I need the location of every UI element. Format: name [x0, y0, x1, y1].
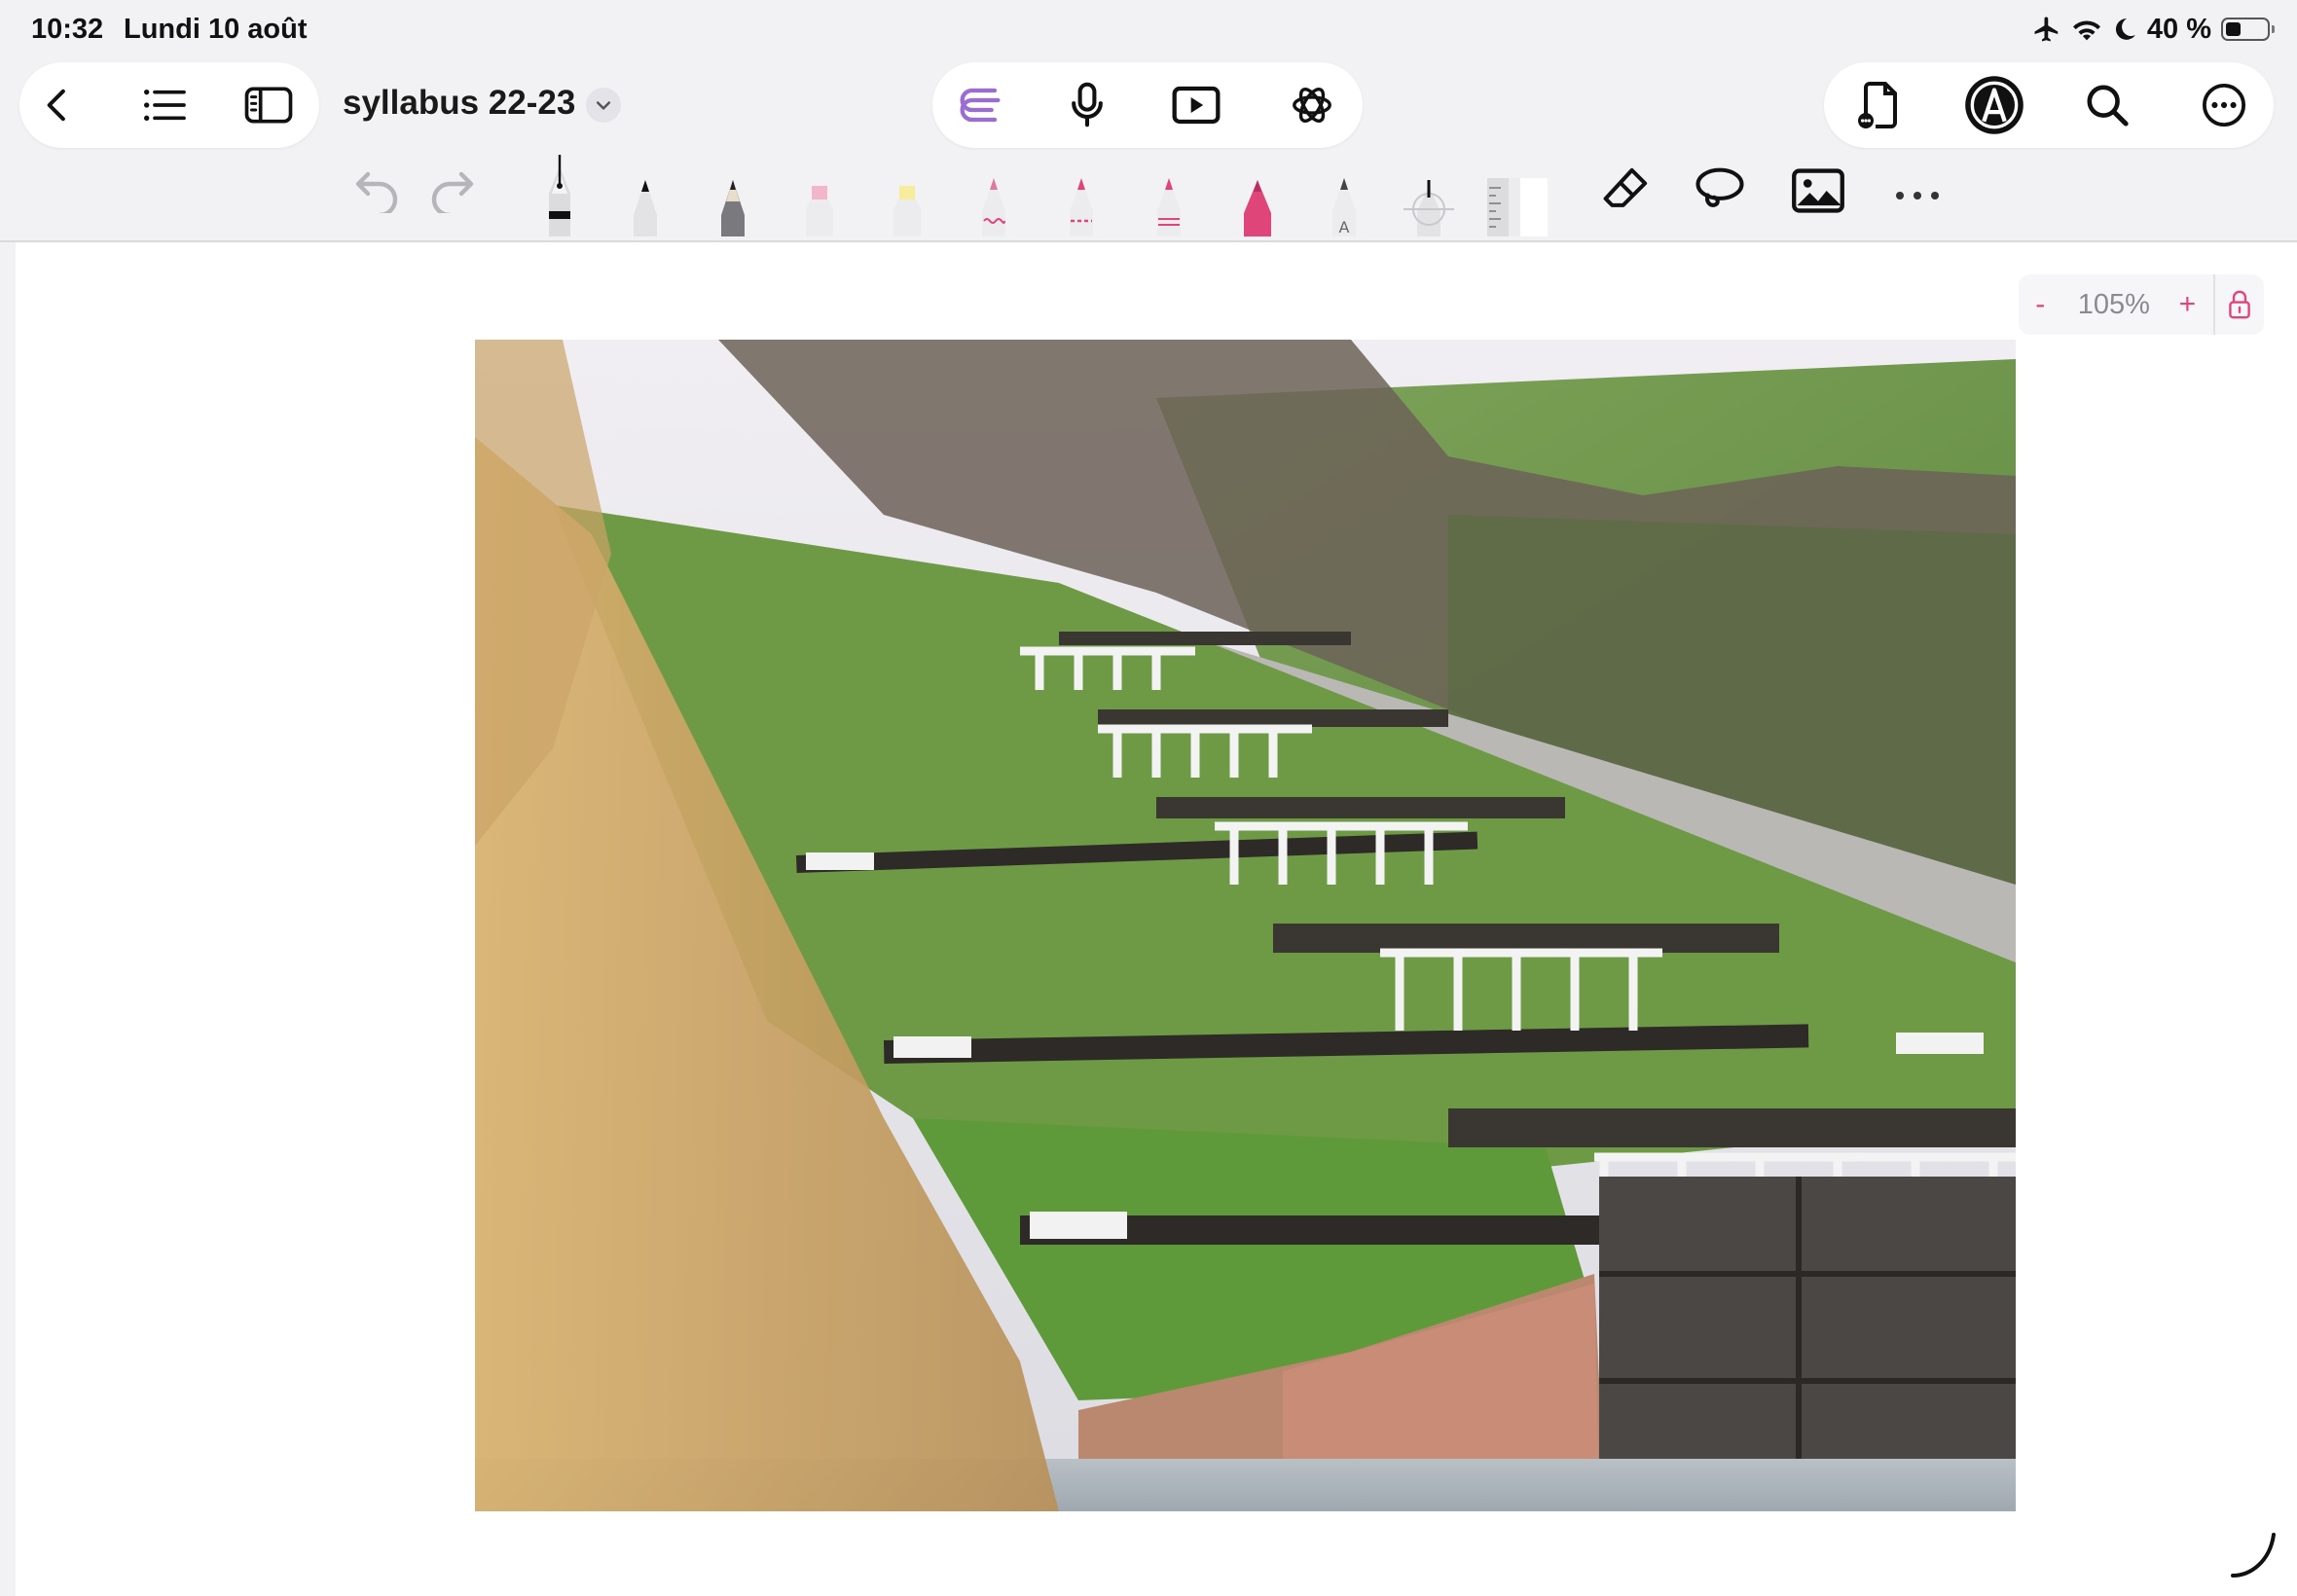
undo-icon[interactable] — [352, 166, 403, 218]
marker-pink-tool[interactable] — [1238, 172, 1277, 241]
zoom-control: - 105% + — [2019, 274, 2264, 335]
fountain-pen-tool[interactable] — [539, 155, 580, 241]
moon-icon — [2112, 17, 2137, 42]
redo-icon[interactable] — [426, 166, 477, 218]
presentation-icon[interactable] — [1172, 81, 1221, 129]
ai-logo-icon[interactable] — [956, 81, 1004, 129]
sidebar-icon[interactable] — [244, 81, 293, 129]
wifi-icon — [2071, 16, 2102, 43]
status-bar: 10:32 Lundi 10 août 40 % — [0, 0, 2297, 60]
eraser-icon[interactable] — [1600, 163, 1653, 220]
battery-percent: 40 % — [2146, 13, 2211, 45]
zoom-out-button[interactable]: - — [2019, 288, 2062, 321]
pencil-tool[interactable] — [714, 172, 751, 241]
drawing-toolbar: A — [0, 155, 2297, 241]
pen-wavy-tool[interactable] — [975, 172, 1012, 241]
pencil-mode-icon[interactable] — [1964, 75, 2024, 135]
status-time: 10:32 — [31, 14, 104, 45]
chevron-left-icon[interactable] — [33, 81, 82, 129]
nav-group — [19, 62, 319, 148]
highlighter-pink-tool[interactable] — [800, 176, 839, 241]
microphone-icon[interactable] — [1063, 81, 1112, 129]
canal-locks-photo[interactable] — [475, 340, 2016, 1511]
pen-double-tool[interactable] — [1150, 172, 1187, 241]
svg-text:A: A — [1339, 218, 1350, 236]
page-curl-icon[interactable] — [2231, 1533, 2276, 1582]
document-add-icon[interactable] — [1853, 81, 1902, 129]
document-title[interactable]: syllabus 22-23 — [343, 84, 575, 123]
airplane-icon — [2032, 15, 2061, 44]
chevron-down-icon[interactable] — [586, 88, 621, 123]
right-tools — [1824, 62, 2274, 148]
pen-dashed-tool[interactable] — [1063, 172, 1100, 241]
status-date: Lundi 10 août — [124, 14, 308, 45]
list-icon[interactable] — [140, 81, 189, 129]
zoom-level: 105% — [2077, 288, 2150, 320]
more-icon[interactable] — [2200, 81, 2248, 129]
text-pen-tool[interactable]: A — [1326, 172, 1363, 241]
highlighter-yellow-tool[interactable] — [888, 176, 927, 241]
laser-pointer-tool[interactable] — [1398, 172, 1460, 241]
battery-icon — [2221, 18, 2275, 41]
lock-icon[interactable] — [2215, 289, 2264, 320]
zoom-in-button[interactable]: + — [2166, 288, 2209, 321]
image-icon[interactable] — [1791, 166, 1845, 220]
chatgpt-icon[interactable] — [1288, 81, 1336, 129]
lasso-icon[interactable] — [1694, 164, 1746, 222]
ruler-tool[interactable] — [1487, 176, 1548, 241]
search-icon[interactable] — [2083, 81, 2132, 129]
ballpoint-pen-tool[interactable] — [627, 172, 664, 241]
more-horizontal-icon[interactable] — [1892, 188, 1943, 208]
center-tools — [932, 62, 1363, 148]
status-indicators: 40 % — [2032, 10, 2275, 49]
